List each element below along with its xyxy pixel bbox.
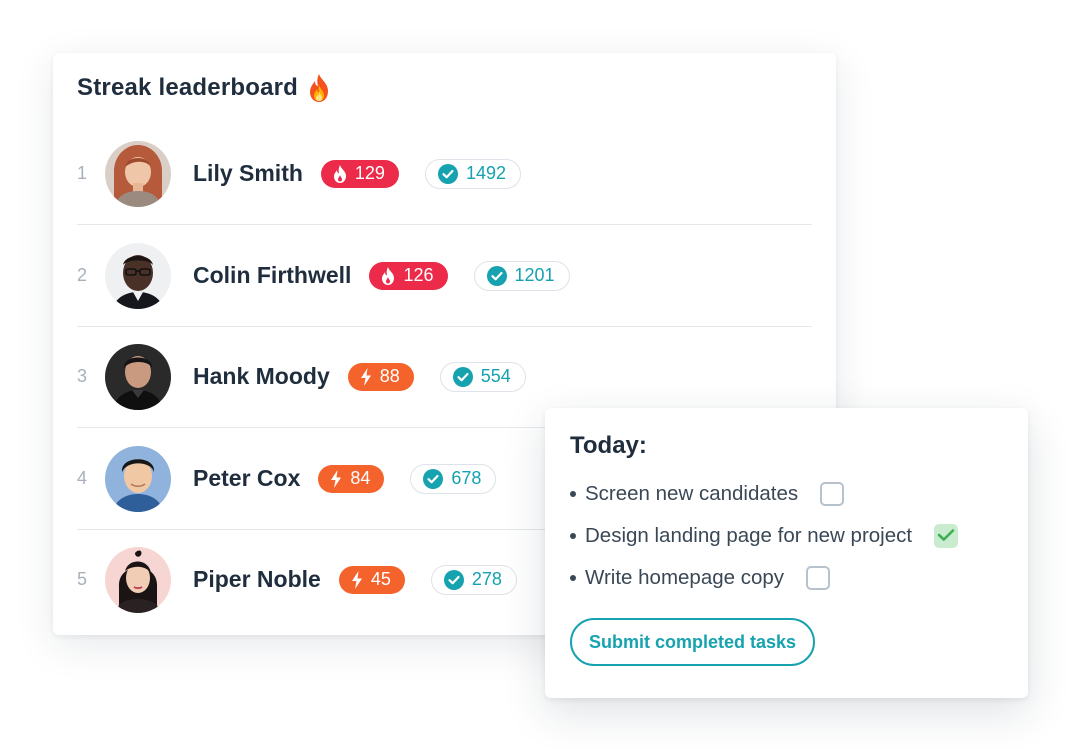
check-circle-icon [452,366,473,387]
completed-count: 1201 [514,265,555,285]
task-checkbox[interactable] [934,524,959,548]
completed-count: 554 [480,366,511,386]
task-label: Write homepage copy [585,566,785,589]
bullet-icon [570,533,576,539]
today-title: Today: [570,432,647,459]
completed-count: 1492 [465,163,506,183]
rank-number: 5 [77,569,88,589]
task-label: Screen new candidates [585,482,799,505]
completed-badge: 678 [410,463,497,494]
streak-badge: 126 [369,261,448,290]
rank-number: 3 [77,366,88,386]
completed-badge: 554 [439,361,526,392]
leaderboard-row[interactable]: 1 Lily Smith 129 1492 [77,123,812,225]
completed-badge: 278 [430,564,517,595]
leaderboard-title-text: Streak leaderboard [77,74,299,101]
flame-icon [333,164,347,183]
rank-number: 4 [77,468,88,488]
streak-badge: 84 [318,464,385,493]
avatar [105,140,171,207]
player-name: Piper Noble [193,566,321,592]
check-circle-icon [486,265,507,286]
streak-count: 88 [379,366,400,386]
submit-completed-tasks-button[interactable]: Submit completed tasks [570,618,816,666]
player-name: Lily Smith [193,160,303,186]
check-circle-icon [423,468,444,489]
task-item: Design landing page for new project [570,521,959,551]
check-circle-icon [437,163,458,184]
streak-count: 45 [370,569,391,589]
completed-count: 678 [451,468,482,488]
rank-number: 2 [77,265,88,285]
lightning-icon [330,469,342,488]
rank-number: 1 [77,163,88,183]
streak-badge: 45 [338,565,405,594]
checkmark-icon [937,524,955,548]
avatar [105,546,171,613]
completed-badge: 1201 [473,260,570,291]
streak-count: 126 [403,265,434,285]
avatar [105,242,171,309]
task-item: Write homepage copy [570,563,831,593]
leaderboard-title: Streak leaderboard [77,73,332,103]
task-item: Screen new candidates [570,479,845,509]
today-tasks-card: Today: Screen new candidates Design land… [545,408,1028,698]
bullet-icon [570,575,576,581]
completed-badge: 1492 [424,158,521,189]
player-name: Hank Moody [193,363,330,389]
player-name: Peter Cox [193,465,301,491]
fire-emoji-icon [306,73,332,103]
lightning-icon [360,367,372,386]
check-circle-icon [443,569,464,590]
avatar [105,343,171,410]
avatar [105,445,171,512]
task-label: Design landing page for new project [585,524,913,547]
player-name: Colin Firthwell [193,262,352,288]
flame-icon [381,266,395,285]
leaderboard-row[interactable]: 2 Colin Firthwell 126 1201 [77,225,812,327]
completed-count: 278 [471,569,502,589]
streak-count: 84 [350,468,371,488]
bullet-icon [570,491,576,497]
streak-badge: 129 [320,159,399,188]
lightning-icon [351,570,363,589]
task-checkbox[interactable] [820,482,845,506]
task-checkbox[interactable] [806,566,831,590]
streak-count: 129 [354,163,385,183]
streak-badge: 88 [347,362,414,391]
